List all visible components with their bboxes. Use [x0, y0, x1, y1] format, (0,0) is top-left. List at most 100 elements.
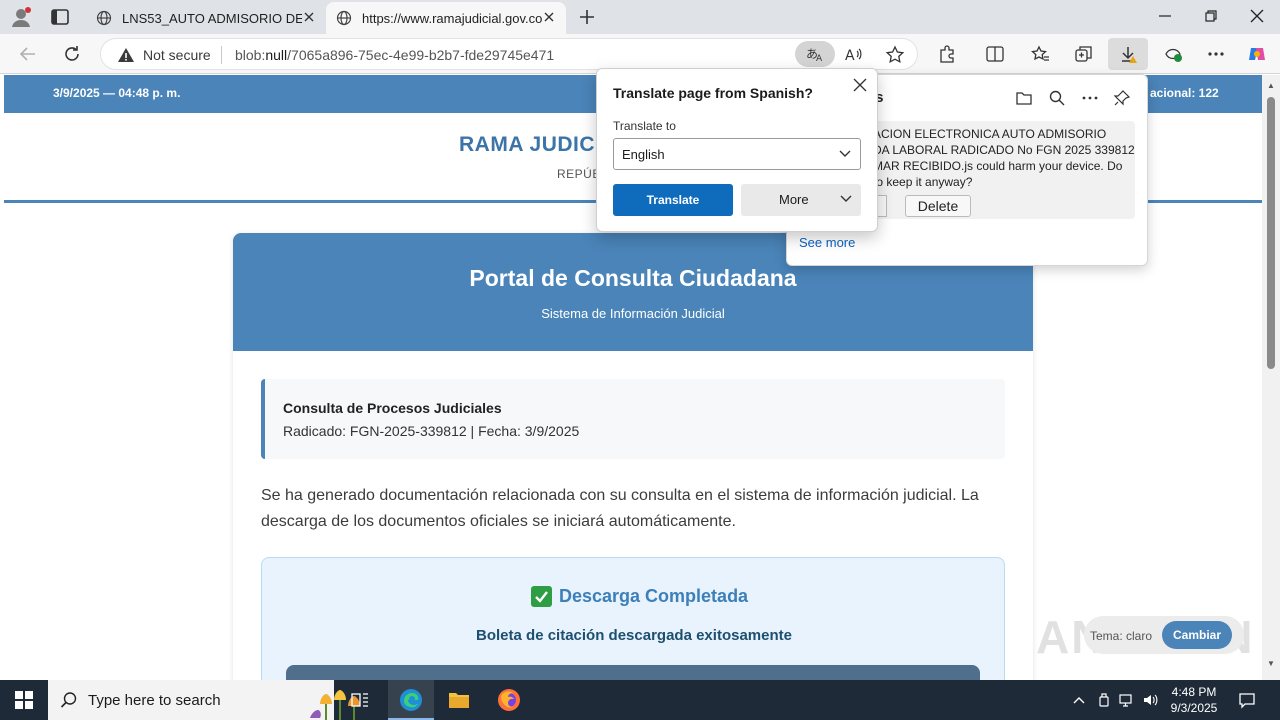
pin-icon[interactable]	[1113, 89, 1131, 107]
scroll-up-icon[interactable]: ▲	[1267, 81, 1275, 90]
translate-to-label: Translate to	[613, 119, 676, 133]
taskbar-edge[interactable]	[388, 680, 434, 720]
more-menu-icon[interactable]	[1206, 44, 1226, 64]
network-icon[interactable]	[1119, 692, 1135, 708]
windows-start-icon[interactable]	[15, 691, 33, 709]
collections-icon[interactable]	[1074, 44, 1094, 64]
warning-icon[interactable]	[117, 46, 135, 64]
favorite-star-icon[interactable]	[885, 45, 905, 65]
chevron-down-icon	[839, 150, 851, 157]
download-warning-line: DA LABORAL RADICADO No FGN 2025 339812	[873, 143, 1135, 157]
read-aloud-icon[interactable]: A	[843, 45, 863, 65]
close-window-icon[interactable]	[1249, 8, 1265, 24]
tab-actions-icon[interactable]	[50, 8, 70, 26]
chevron-down-icon	[840, 195, 852, 202]
divider	[221, 46, 222, 64]
download-status-subtitle: Boleta de citación descargada exitosamen…	[476, 627, 792, 644]
folder-icon	[449, 693, 469, 708]
back-icon[interactable]	[18, 44, 38, 64]
globe-icon	[336, 10, 352, 26]
taskbar-search[interactable]: Type here to search	[48, 680, 360, 720]
case-info-box: Consulta de Procesos Judiciales Radicado…	[261, 379, 1005, 459]
taskbar-clock[interactable]: 4:48 PM 9/3/2025	[1152, 684, 1236, 716]
close-tab-icon[interactable]	[542, 10, 556, 24]
more-options-icon[interactable]	[1081, 89, 1099, 107]
taskbar-file-explorer[interactable]	[436, 680, 482, 720]
notification-icon[interactable]	[1238, 691, 1256, 709]
tab-title: LNS53_AUTO ADMISORIO DEMANDA LABORAL	[122, 10, 302, 26]
url-text[interactable]: blob:null/7065a896-75ec-4e99-b2b7-fde297…	[235, 47, 554, 63]
translate-title: Translate page from Spanish?	[613, 85, 813, 101]
usb-device-icon[interactable]	[1096, 692, 1112, 708]
download-icon	[1122, 47, 1137, 63]
downloads-button[interactable]	[1108, 38, 1148, 70]
scrollbar-thumb[interactable]	[1267, 97, 1275, 369]
translate-popup: Translate page from Spanish? Translate t…	[596, 68, 878, 232]
firefox-icon	[498, 689, 520, 711]
extensions-icon[interactable]	[937, 44, 957, 64]
svg-text:A: A	[845, 48, 855, 64]
tab-ramajudicial[interactable]: https://www.ramajudicial.gov.co/	[326, 2, 566, 34]
search-placeholder: Type here to search	[88, 692, 221, 709]
chevron-up-icon[interactable]	[1071, 692, 1087, 708]
svg-text:A: A	[816, 54, 823, 63]
open-folder-icon[interactable]	[1015, 89, 1033, 107]
split-screen-icon[interactable]	[985, 44, 1005, 64]
refresh-icon[interactable]	[62, 44, 82, 64]
clock-date: 9/3/2025	[1170, 701, 1218, 715]
browser-essentials-icon[interactable]	[1163, 44, 1183, 64]
download-status-title: Descarga Completada	[559, 586, 749, 606]
theme-change-button[interactable]: Cambiar	[1162, 621, 1232, 649]
more-button[interactable]: More	[741, 184, 861, 216]
see-more-link[interactable]: See more	[799, 235, 855, 250]
language-select[interactable]: English	[613, 138, 861, 170]
scroll-down-icon[interactable]: ▼	[1267, 659, 1275, 668]
globe-icon	[96, 10, 112, 26]
download-warning-line: MAR RECIBIDO.js could harm your device. …	[873, 159, 1123, 173]
theme-toggle: Tema: claro Cambiar	[1084, 616, 1244, 654]
document-header-bar	[286, 665, 980, 680]
close-icon[interactable]	[853, 78, 867, 92]
favorites-icon[interactable]	[1030, 44, 1050, 64]
tab-strip: LNS53_AUTO ADMISORIO DEMANDA LABORAL htt…	[0, 0, 1280, 34]
translate-page-button[interactable]: あA	[795, 41, 835, 67]
clock-time: 4:48 PM	[1171, 685, 1217, 699]
download-warning-line: to keep it anyway?	[873, 175, 973, 189]
edge-icon	[400, 689, 422, 711]
portal-subtitle: Sistema de Información Judicial	[541, 306, 725, 321]
case-info-heading: Consulta de Procesos Judiciales	[283, 400, 502, 416]
search-icon	[60, 692, 77, 708]
tab-title: https://www.ramajudicial.gov.co/	[362, 10, 542, 26]
new-tab-icon[interactable]	[578, 8, 596, 26]
download-warning-line: ACION ELECTRONICA AUTO ADMISORIO	[873, 127, 1107, 141]
translate-button[interactable]: Translate	[613, 184, 733, 216]
security-label[interactable]: Not secure	[143, 47, 211, 63]
translate-icon: あA	[806, 47, 823, 63]
case-info-value: Radicado: FGN-2025-339812 | Fecha: 3/9/2…	[283, 423, 580, 439]
tab-lns53[interactable]: LNS53_AUTO ADMISORIO DEMANDA LABORAL	[86, 2, 326, 34]
portal-title: Portal de Consulta Ciudadana	[469, 265, 797, 291]
task-view-icon[interactable]	[351, 691, 369, 709]
restore-icon[interactable]	[1203, 8, 1219, 24]
more-button-label: More	[779, 192, 809, 207]
site-brand-subtitle: REPÚB	[557, 167, 601, 181]
minimize-icon[interactable]	[1157, 8, 1173, 24]
top-bar-info: acional: 122	[1150, 86, 1219, 100]
taskbar-firefox[interactable]	[486, 680, 532, 720]
theme-label: Tema: claro	[1090, 629, 1153, 643]
profile-icon[interactable]	[10, 6, 32, 28]
site-brand-title: RAMA JUDICI	[459, 133, 602, 156]
delete-button[interactable]: Delete	[905, 195, 971, 217]
check-mark-icon	[531, 586, 552, 607]
windows-taskbar: Type here to search 4:48 PM 9/3/2025	[0, 680, 1280, 720]
close-tab-icon[interactable]	[302, 10, 316, 24]
copilot-icon[interactable]	[1247, 44, 1267, 64]
portal-card: Portal de Consulta Ciudadana Sistema de …	[233, 233, 1033, 680]
top-bar-date: 3/9/2025 — 04:48 p. m.	[53, 86, 181, 100]
notice-paragraph: Se ha generado documentación relacionada…	[261, 487, 979, 530]
address-bar[interactable]: Not secure blob:null/7065a896-75ec-4e99-…	[100, 38, 918, 70]
download-status-box: Descarga Completada Boleta de citación d…	[261, 557, 1005, 680]
selected-language: English	[622, 147, 665, 162]
page-scrollbar[interactable]: ▲ ▼	[1262, 75, 1280, 680]
search-downloads-icon[interactable]	[1048, 89, 1066, 107]
